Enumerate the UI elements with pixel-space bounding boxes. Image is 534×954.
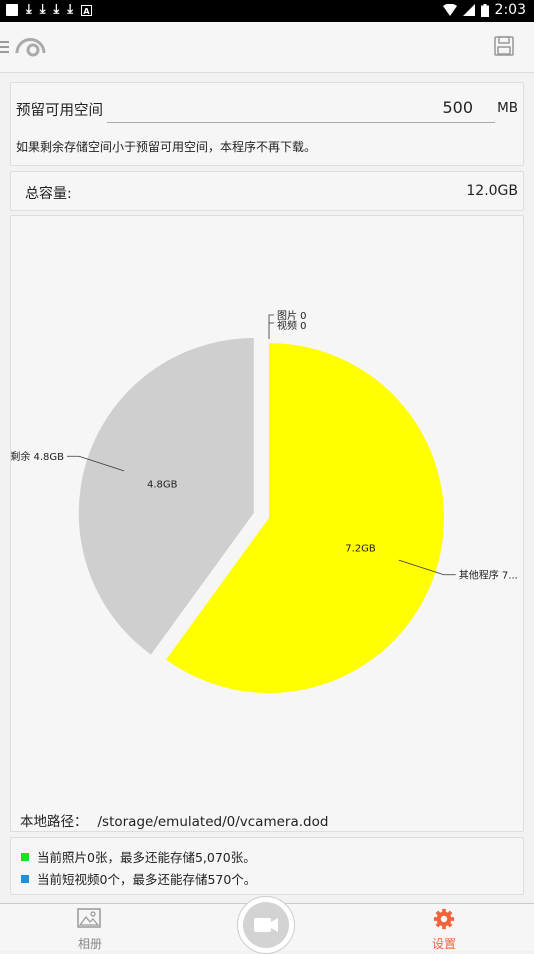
local-path-label: 本地路径： bbox=[20, 814, 88, 830]
storage-info-card: 当前照片0张，最多还能存储5,070张。 当前短视频0个，最多还能存储570个。 bbox=[10, 837, 524, 895]
pie-leader-line bbox=[268, 314, 274, 339]
status-bar: ⤓ ⤓ ⤓ ⤓ A 2:03 bbox=[0, 0, 534, 22]
nav-settings-label: 设置 bbox=[431, 937, 456, 951]
pie-outer-label: 其他程序 7... bbox=[459, 568, 518, 581]
pie-inner-label: 4.8GB bbox=[147, 479, 178, 490]
nav-settings[interactable]: 设置 bbox=[430, 908, 458, 952]
local-path-value: /storage/emulated/0/vcamera.dod bbox=[97, 814, 329, 830]
system-icons: 2:03 bbox=[442, 2, 526, 18]
a-badge-icon: A bbox=[81, 4, 92, 16]
status-time: 2:03 bbox=[494, 2, 526, 18]
download-icon: ⤓ bbox=[67, 2, 73, 17]
pie-outer-label: 剩余 4.8GB bbox=[11, 450, 64, 463]
download-icon: ⤓ bbox=[26, 2, 32, 17]
gear-icon bbox=[433, 908, 455, 930]
reserve-space-unit: MB bbox=[497, 100, 518, 116]
video-info-text: 当前短视频0个，最多还能存储570个。 bbox=[37, 872, 257, 887]
signal-icon bbox=[462, 4, 475, 16]
photo-info-text: 当前照片0张，最多还能存储5,070张。 bbox=[37, 850, 256, 865]
storage-pie-chart: 7.2GB其他程序 7...4.8GB剩余 4.8GB图片 0视频 0 bbox=[11, 309, 518, 693]
record-button[interactable] bbox=[237, 896, 295, 954]
app-logo-icon bbox=[15, 38, 46, 57]
total-capacity-value: 12.0GB bbox=[466, 183, 518, 199]
photo-legend-dot bbox=[21, 852, 29, 861]
pie-outer-label: 视频 0 bbox=[277, 319, 307, 332]
total-capacity-card: 总容量: 12.0GB bbox=[10, 171, 524, 211]
nav-album[interactable]: 相册 bbox=[76, 908, 104, 952]
reserve-space-input[interactable] bbox=[107, 93, 495, 123]
notification-icons: ⤓ ⤓ ⤓ ⤓ A bbox=[6, 3, 92, 17]
toolbar bbox=[0, 22, 534, 73]
pie-inner-label: 7.2GB bbox=[345, 544, 376, 555]
storage-chart-card: 7.2GB 其他程序 7... 4.8GB 剩余 4.8GB 图片 0 视频 0 本地路径… bbox=[10, 215, 524, 832]
record-button-inner bbox=[243, 902, 289, 948]
wifi-icon bbox=[442, 4, 457, 16]
photo-info-row: 当前照片0张，最多还能存储5,070张。 bbox=[21, 847, 256, 866]
reserve-space-label: 预留可用空间 bbox=[16, 103, 103, 119]
nav-album-label: 相册 bbox=[77, 937, 102, 951]
reserve-space-note: 如果剩余存储空间小于预留可用空间，本程序不再下载。 bbox=[16, 140, 317, 154]
video-camera-icon bbox=[254, 918, 278, 932]
save-icon[interactable] bbox=[494, 36, 514, 56]
battery-icon bbox=[480, 3, 489, 17]
reserve-space-card: 预留可用空间 MB 如果剩余存储空间小于预留可用空间，本程序不再下载。 bbox=[10, 82, 524, 166]
total-capacity-label: 总容量: bbox=[25, 186, 72, 202]
video-info-row: 当前短视频0个，最多还能存储570个。 bbox=[21, 869, 256, 888]
local-path-row: 本地路径： /storage/emulated/0/vcamera.dod bbox=[20, 810, 328, 830]
video-legend-dot bbox=[21, 874, 29, 883]
download-icon: ⤓ bbox=[53, 2, 60, 17]
album-icon bbox=[77, 908, 101, 928]
download-icon: ⤓ bbox=[39, 2, 46, 17]
notification-square-icon bbox=[6, 4, 18, 16]
menu-icon[interactable] bbox=[0, 40, 12, 54]
